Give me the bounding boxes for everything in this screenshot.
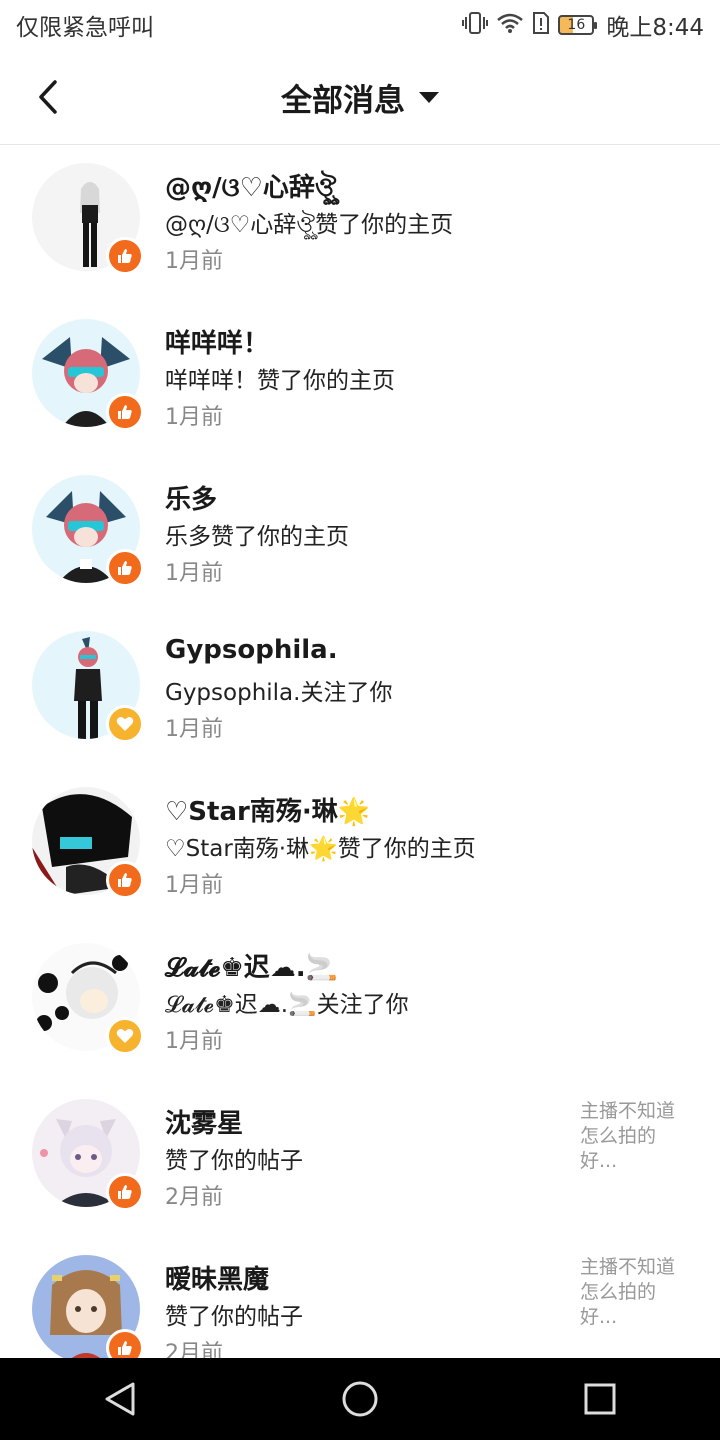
- like-badge: [106, 861, 144, 899]
- list-item[interactable]: ♡Star南殇·琳🌟 ♡Star南殇·琳🌟赞了你的主页 1月前: [0, 769, 720, 925]
- follow-badge: [106, 1017, 144, 1055]
- thumbs-up-icon: [118, 561, 132, 575]
- list-item[interactable]: Gypsophila. Gypsophila.关注了你 1月前: [0, 613, 720, 769]
- header: 全部消息: [0, 50, 720, 145]
- system-nav-bar: [0, 1358, 720, 1440]
- message-text: 咩咩咩！赞了你的主页: [165, 368, 395, 394]
- like-badge: [106, 393, 144, 431]
- message-text: @ღ/ଓ♡心辞ঔৣ赞了你的主页: [165, 212, 454, 238]
- list-item[interactable]: @ღ/ଓ♡心辞ঔৣ @ღ/ଓ♡心辞ঔৣ赞了你的主页 1月前: [0, 145, 720, 301]
- thumbs-up-icon: [118, 1341, 132, 1355]
- nav-back-button[interactable]: [90, 1369, 150, 1429]
- timestamp: 1月前: [165, 561, 223, 586]
- timestamp: 1月前: [165, 405, 223, 430]
- timestamp: 1月前: [165, 1029, 223, 1054]
- sender-name[interactable]: 咩咩咩！: [165, 323, 269, 360]
- wifi-icon: [496, 12, 524, 39]
- status-bar: 仅限紧急呼叫 16 晚上8:44: [0, 0, 720, 50]
- triangle-down-icon: [419, 91, 439, 103]
- thumbs-up-icon: [118, 249, 132, 263]
- timestamp: 2月前: [165, 1185, 223, 1210]
- sender-name[interactable]: 𝓛𝓪𝓽𝓮♚迟☁.🚬: [165, 947, 338, 984]
- thumbs-up-icon: [118, 405, 132, 419]
- thumbs-up-icon: [118, 1185, 132, 1199]
- timestamp: 1月前: [165, 873, 223, 898]
- message-text: 赞了你的帖子: [165, 1304, 303, 1330]
- status-icons: 16 晚上8:44: [462, 8, 704, 42]
- timestamp: 1月前: [165, 249, 223, 274]
- post-preview[interactable]: 主播不知道怎么拍的好...: [580, 1255, 690, 1330]
- sender-name[interactable]: 沈雾星: [165, 1103, 243, 1140]
- list-item[interactable]: 沈雾星 赞了你的帖子 2月前 主播不知道怎么拍的好...: [0, 1081, 720, 1237]
- message-list: @ღ/ଓ♡心辞ঔৣ @ღ/ଓ♡心辞ঔৣ赞了你的主页 1月前 咩咩咩！ 咩咩咩！赞…: [0, 145, 720, 1393]
- nav-recents-button[interactable]: [570, 1369, 630, 1429]
- sender-name[interactable]: ♡Star南殇·琳🌟: [165, 791, 370, 828]
- post-preview[interactable]: 主播不知道怎么拍的好...: [580, 1099, 690, 1174]
- sender-name[interactable]: 乐多: [165, 479, 217, 516]
- vibrate-icon: [462, 11, 489, 40]
- message-text: Gypsophila.关注了你: [165, 680, 393, 706]
- message-text: ♡Star南殇·琳🌟赞了你的主页: [165, 836, 476, 862]
- like-badge: [106, 237, 144, 275]
- follow-badge: [106, 705, 144, 743]
- heart-icon: [116, 717, 134, 731]
- triangle-back-icon: [105, 1382, 135, 1416]
- carrier-text: 仅限紧急呼叫: [16, 15, 154, 41]
- like-badge: [106, 549, 144, 587]
- list-item[interactable]: 咩咩咩！ 咩咩咩！赞了你的主页 1月前: [0, 301, 720, 457]
- nav-home-button[interactable]: [330, 1369, 390, 1429]
- list-item[interactable]: 𝓛𝓪𝓽𝓮♚迟☁.🚬 𝓛𝓪𝓽𝓮♚迟☁.🚬关注了你 1月前: [0, 925, 720, 1081]
- clock: 晚上8:44: [606, 15, 704, 41]
- thumbs-up-icon: [118, 873, 132, 887]
- message-text: 𝓛𝓪𝓽𝓮♚迟☁.🚬关注了你: [165, 992, 409, 1018]
- like-badge: [106, 1173, 144, 1211]
- battery-icon: 16: [558, 15, 598, 35]
- timestamp: 1月前: [165, 717, 223, 742]
- heart-icon: [116, 1029, 134, 1043]
- list-item[interactable]: 乐多 乐多赞了你的主页 1月前: [0, 457, 720, 613]
- sim-alert-icon: [532, 11, 550, 40]
- title-dropdown[interactable]: 全部消息: [0, 50, 720, 144]
- message-text: 赞了你的帖子: [165, 1148, 303, 1174]
- sender-name[interactable]: 暧昧黑魔: [165, 1259, 269, 1296]
- message-text: 乐多赞了你的主页: [165, 524, 349, 550]
- circle-home-icon: [342, 1381, 378, 1417]
- sender-name[interactable]: Gypsophila.: [165, 635, 338, 665]
- page-title: 全部消息: [281, 82, 405, 119]
- square-recents-icon: [584, 1383, 616, 1415]
